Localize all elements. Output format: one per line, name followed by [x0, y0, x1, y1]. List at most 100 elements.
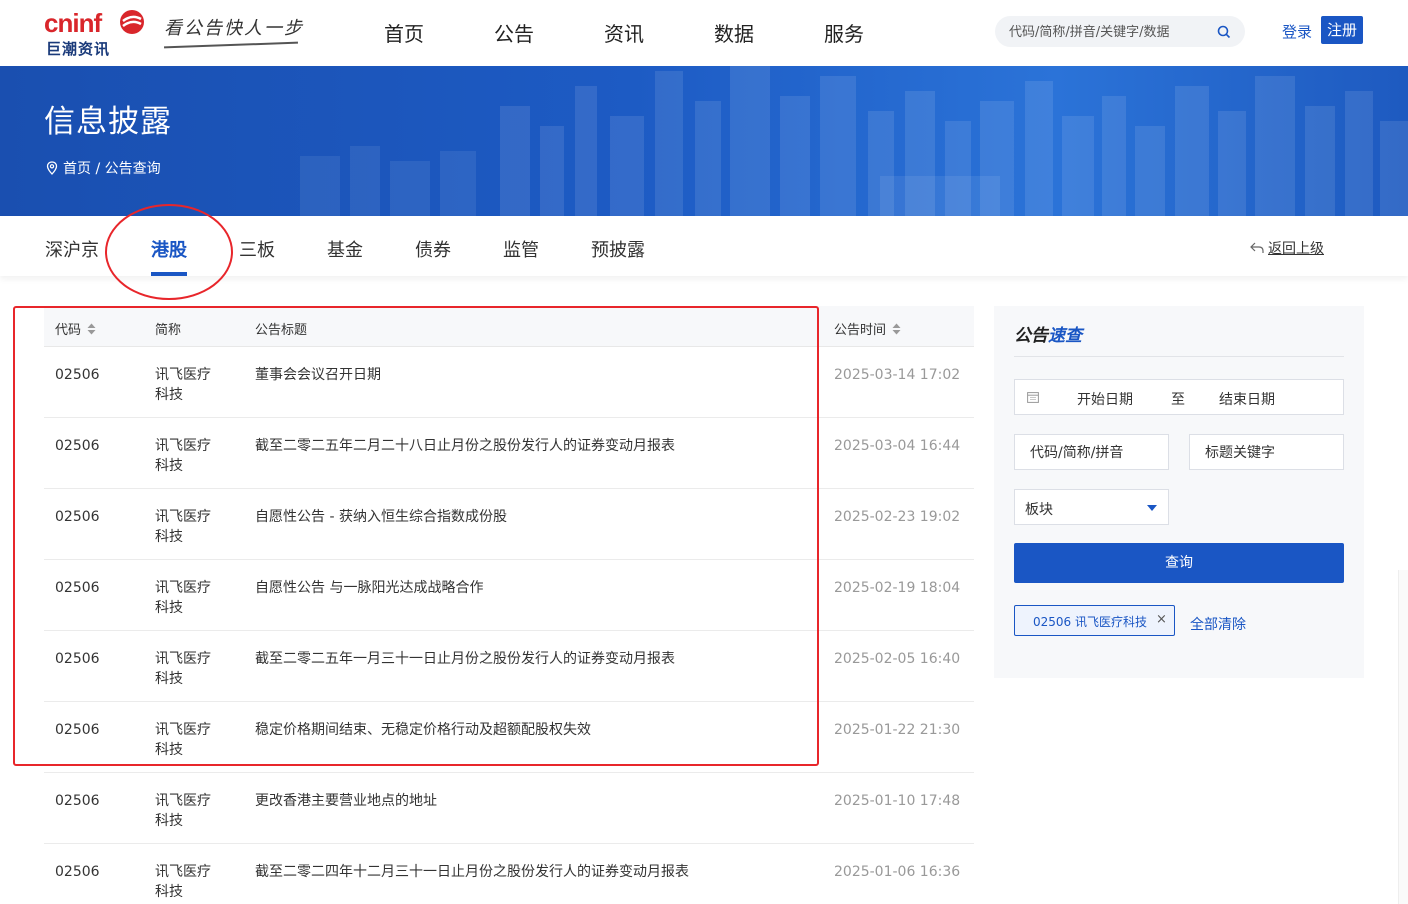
tab-pre-disclosure[interactable]: 预披露 — [591, 236, 645, 262]
header-time-label: 公告时间 — [834, 323, 887, 338]
row-code: 02506 — [55, 722, 100, 738]
row-abbr: 讯飞医疗科技 — [155, 793, 211, 829]
row-code: 02506 — [55, 651, 100, 667]
back-arrow-icon — [1250, 242, 1264, 253]
tab-regulatory[interactable]: 监管 — [503, 236, 539, 262]
keyword-field-wrapper — [1189, 434, 1344, 470]
nav-home[interactable]: 首页 — [384, 18, 424, 47]
table-row[interactable]: 02506 讯飞医疗科技 董事会会议召开日期 2025-03-14 17:02 — [44, 347, 974, 418]
table-header: 代码 简称 公告标题 公告时间 — [44, 306, 974, 347]
header-code[interactable]: 代码 — [55, 319, 96, 338]
row-title-link[interactable]: 董事会会议召开日期 — [255, 365, 815, 385]
nav-announcements[interactable]: 公告 — [494, 18, 534, 47]
breadcrumb-text[interactable]: 首页 / 公告查询 — [63, 158, 161, 178]
filter-chip: 02506 讯飞医疗科技 × — [1014, 605, 1175, 636]
slogan-underline — [164, 41, 298, 49]
tab-funds[interactable]: 基金 — [327, 236, 363, 262]
header-time[interactable]: 公告时间 — [834, 319, 901, 338]
table-row[interactable]: 02506 讯飞医疗科技 自愿性公告 - 获纳入恒生综合指数成份股 2025-0… — [44, 489, 974, 560]
tab-third-board[interactable]: 三板 — [239, 236, 275, 262]
search-icon[interactable] — [1217, 25, 1231, 39]
quick-search-panel: 公告速查 开始日期 至 结束日期 板块 查询 02506 讯飞医疗科技 × 全部… — [994, 306, 1364, 678]
board-select-label: 板块 — [1025, 502, 1053, 518]
tab-hk-stocks[interactable]: 港股 — [151, 236, 187, 262]
row-code: 02506 — [55, 580, 100, 596]
row-code: 02506 — [55, 864, 100, 880]
row-time: 2025-03-04 16:44 — [834, 438, 961, 454]
table-row[interactable]: 02506 讯飞医疗科技 截至二零二四年十二月三十一日止月份之股份发行人的证券变… — [44, 844, 974, 904]
row-title-link[interactable]: 截至二零二五年二月二十八日止月份之股份发行人的证券变动月报表 — [255, 436, 815, 456]
tab-bonds[interactable]: 债券 — [415, 236, 451, 262]
date-separator: 至 — [1171, 392, 1185, 408]
row-code: 02506 — [55, 793, 100, 809]
cninfo-logo[interactable]: cninf 巨潮资讯 — [44, 8, 148, 58]
row-code: 02506 — [55, 509, 100, 525]
breadcrumb: 首页 / 公告查询 — [46, 158, 161, 178]
query-button[interactable]: 查询 — [1014, 543, 1344, 583]
board-select[interactable]: 板块 — [1014, 489, 1169, 525]
end-date[interactable]: 结束日期 — [1219, 389, 1275, 409]
active-tab-underline — [151, 272, 187, 276]
panel-divider — [1014, 356, 1344, 357]
code-input[interactable] — [1030, 443, 1155, 463]
row-time: 2025-02-19 18:04 — [834, 580, 961, 596]
back-link-label: 返回上级 — [1268, 241, 1324, 257]
date-range-picker[interactable]: 开始日期 至 结束日期 — [1014, 379, 1344, 415]
nav-data[interactable]: 数据 — [714, 18, 754, 47]
nav-news[interactable]: 资讯 — [604, 18, 644, 47]
table-row[interactable]: 02506 讯飞医疗科技 稳定价格期间结束、无稳定价格行动及超额配股权失效 20… — [44, 702, 974, 773]
clear-all-link[interactable]: 全部清除 — [1190, 614, 1246, 634]
caret-down-icon — [1147, 505, 1157, 511]
row-title-link[interactable]: 自愿性公告 - 获纳入恒生综合指数成份股 — [255, 507, 815, 527]
start-date[interactable]: 开始日期 — [1077, 389, 1133, 409]
market-tabs: 深沪京 港股 三板 基金 债券 监管 预披露 返回上级 — [0, 216, 1408, 276]
page-banner: 信息披露 首页 / 公告查询 — [0, 66, 1408, 216]
top-header: cninf 巨潮资讯 看公告快人一步 首页 公告 资讯 数据 服务 登录 注册 — [0, 0, 1408, 66]
calendar-icon — [1027, 392, 1039, 403]
sort-icon[interactable] — [892, 323, 901, 335]
page-scrollbar[interactable] — [1398, 570, 1408, 904]
code-field-wrapper — [1014, 434, 1169, 470]
table-row[interactable]: 02506 讯飞医疗科技 更改香港主要营业地点的地址 2025-01-10 17… — [44, 773, 974, 844]
row-abbr: 讯飞医疗科技 — [155, 367, 211, 403]
header-abbr: 简称 — [155, 323, 182, 338]
back-link[interactable]: 返回上级 — [1250, 238, 1324, 258]
panel-title-main: 公告 — [1014, 326, 1048, 346]
row-abbr: 讯飞医疗科技 — [155, 651, 211, 687]
row-time: 2025-01-22 21:30 — [834, 722, 961, 738]
table-row[interactable]: 02506 讯飞医疗科技 截至二零二五年二月二十八日止月份之股份发行人的证券变动… — [44, 418, 974, 489]
global-search — [995, 16, 1245, 47]
row-title-link[interactable]: 截至二零二四年十二月三十一日止月份之股份发行人的证券变动月报表 — [255, 862, 815, 882]
header-code-label: 代码 — [55, 323, 82, 338]
table-row[interactable]: 02506 讯飞医疗科技 截至二零二五年一月三十一日止月份之股份发行人的证券变动… — [44, 631, 974, 702]
slogan: 看公告快人一步 — [164, 18, 304, 39]
row-abbr: 讯飞医疗科技 — [155, 438, 211, 474]
table-row[interactable]: 02506 讯飞医疗科技 自愿性公告 与一脉阳光达成战略合作 2025-02-1… — [44, 560, 974, 631]
register-button[interactable]: 注册 — [1321, 16, 1363, 44]
row-title-link[interactable]: 自愿性公告 与一脉阳光达成战略合作 — [255, 578, 815, 598]
logo-swirl-icon — [120, 10, 144, 34]
row-code: 02506 — [55, 438, 100, 454]
location-pin-icon — [46, 161, 58, 175]
panel-title-accent: 速查 — [1048, 326, 1082, 346]
sort-icon[interactable] — [87, 323, 96, 335]
close-icon[interactable]: × — [1156, 612, 1167, 627]
logo-chinese: 巨潮资讯 — [46, 40, 111, 58]
row-title-link[interactable]: 截至二零二五年一月三十一日止月份之股份发行人的证券变动月报表 — [255, 649, 815, 669]
search-input[interactable] — [1009, 22, 1209, 42]
main-nav: 首页 公告 资讯 数据 服务 — [384, 18, 934, 47]
nav-services[interactable]: 服务 — [824, 18, 864, 47]
panel-title: 公告速查 — [1014, 321, 1082, 346]
row-title-link[interactable]: 稳定价格期间结束、无稳定价格行动及超额配股权失效 — [255, 720, 815, 740]
row-title-link[interactable]: 更改香港主要营业地点的地址 — [255, 791, 815, 811]
logo-wordmark: cninf — [44, 8, 102, 38]
title-keyword-input[interactable] — [1205, 443, 1330, 463]
tab-shenzhen-shanghai-beijing[interactable]: 深沪京 — [45, 236, 99, 262]
row-time: 2025-02-05 16:40 — [834, 651, 961, 667]
row-time: 2025-02-23 19:02 — [834, 509, 961, 525]
row-abbr: 讯飞医疗科技 — [155, 864, 211, 900]
row-abbr: 讯飞医疗科技 — [155, 580, 211, 616]
row-time: 2025-01-06 16:36 — [834, 864, 961, 880]
login-link[interactable]: 登录 — [1282, 21, 1312, 42]
filter-chip-label: 02506 讯飞医疗科技 — [1033, 615, 1147, 629]
